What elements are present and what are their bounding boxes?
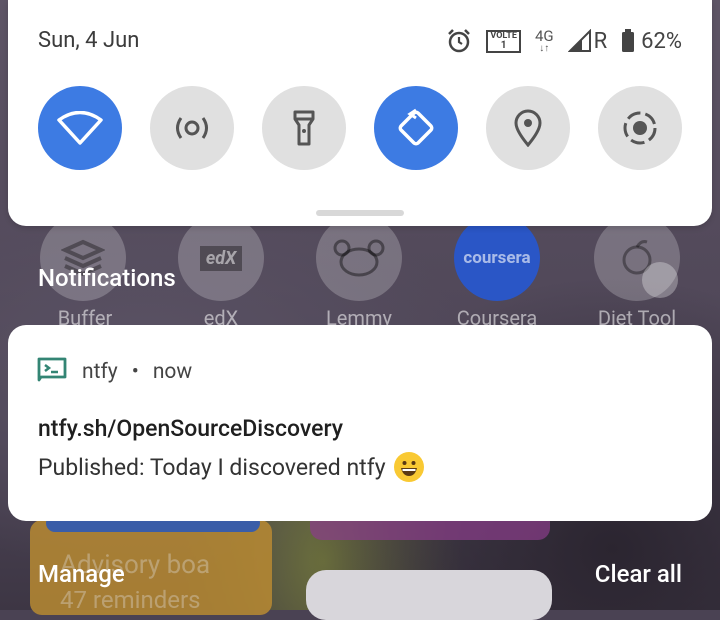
flashlight-icon <box>293 110 315 146</box>
notifications-header: Notifications <box>38 264 176 292</box>
rotate-icon <box>398 108 434 146</box>
battery-icon: 62% <box>621 29 682 54</box>
notification-body-row: Published: Today I discovered ntfy <box>38 452 424 482</box>
status-bar: VOLTE 1 4G ↓↑ R 62% <box>446 26 682 56</box>
coursera-app-icon: coursera <box>454 215 540 301</box>
battery-percent: 62% <box>641 28 682 54</box>
manage-button[interactable]: Manage <box>38 560 125 588</box>
record-icon <box>623 111 657 145</box>
volte-icon: VOLTE 1 <box>486 29 521 53</box>
separator: • <box>131 360 139 384</box>
screen-record-tile[interactable] <box>598 86 682 170</box>
location-tile[interactable] <box>486 86 570 170</box>
roaming-indicator: R <box>593 28 608 54</box>
wifi-icon <box>57 111 103 145</box>
network-type-icon: 4G ↓↑ <box>534 26 554 54</box>
notification-title: ntfy.sh/OpenSourceDiscovery <box>38 415 344 442</box>
notification-header: ntfy • now <box>36 356 193 388</box>
quick-tiles <box>38 86 682 170</box>
grinning-face-icon <box>393 452 424 482</box>
notification-card[interactable]: ntfy • now ntfy.sh/OpenSourceDiscovery P… <box>8 325 712 521</box>
notification-time: now <box>152 360 193 384</box>
wifi-tile[interactable] <box>38 86 122 170</box>
hotspot-tile[interactable] <box>150 86 234 170</box>
signal-icon: R <box>567 28 608 54</box>
drag-handle[interactable] <box>316 210 404 216</box>
auto-rotate-tile[interactable] <box>374 86 458 170</box>
hotspot-icon <box>176 117 208 139</box>
flashlight-tile[interactable] <box>262 86 346 170</box>
location-icon <box>514 109 542 147</box>
quick-settings-panel: Sun, 4 Jun VOLTE 1 4G ↓↑ R 62% <box>8 0 712 226</box>
notification-app-name: ntfy <box>82 360 118 384</box>
edx-app-icon: edX <box>178 215 264 301</box>
clear-all-button[interactable]: Clear all <box>595 560 682 588</box>
ntfy-app-icon <box>36 356 68 388</box>
date-label: Sun, 4 Jun <box>38 28 140 53</box>
notification-body: Published: Today I discovered ntfy <box>38 453 386 481</box>
lemmy-app-icon <box>316 215 402 301</box>
alarm-icon <box>446 28 472 54</box>
